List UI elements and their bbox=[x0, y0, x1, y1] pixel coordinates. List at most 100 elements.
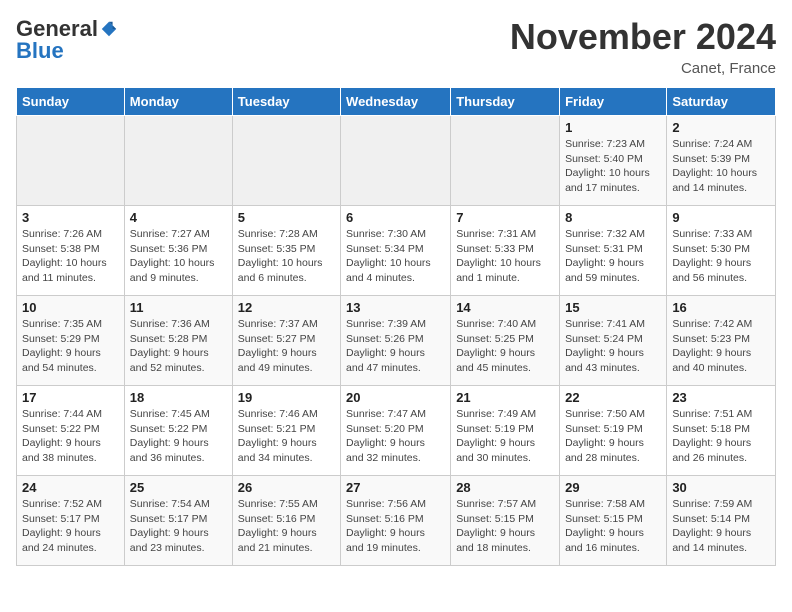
calendar-cell bbox=[451, 116, 560, 206]
day-info: Sunrise: 7:39 AMSunset: 5:26 PMDaylight:… bbox=[346, 317, 445, 376]
day-number: 12 bbox=[238, 300, 335, 315]
calendar-week-3: 10 Sunrise: 7:35 AMSunset: 5:29 PMDayligh… bbox=[17, 296, 776, 386]
calendar-cell bbox=[341, 116, 451, 206]
calendar-cell: 6 Sunrise: 7:30 AMSunset: 5:34 PMDaylight… bbox=[341, 206, 451, 296]
calendar-cell: 30 Sunrise: 7:59 AMSunset: 5:14 PMDayligh… bbox=[667, 476, 776, 566]
calendar-cell: 24 Sunrise: 7:52 AMSunset: 5:17 PMDayligh… bbox=[17, 476, 125, 566]
calendar-cell: 4 Sunrise: 7:27 AMSunset: 5:36 PMDaylight… bbox=[124, 206, 232, 296]
calendar-cell bbox=[232, 116, 340, 206]
day-info: Sunrise: 7:26 AMSunset: 5:38 PMDaylight:… bbox=[22, 227, 119, 286]
logo-blue-text: Blue bbox=[16, 38, 64, 63]
day-info: Sunrise: 7:28 AMSunset: 5:35 PMDaylight:… bbox=[238, 227, 335, 286]
calendar-week-1: 1Sunrise: 7:23 AMSunset: 5:40 PMDaylight… bbox=[17, 116, 776, 206]
day-number: 8 bbox=[565, 210, 661, 225]
header-thursday: Thursday bbox=[451, 88, 560, 116]
day-info: Sunrise: 7:47 AMSunset: 5:20 PMDaylight:… bbox=[346, 407, 445, 466]
calendar-table: SundayMondayTuesdayWednesdayThursdayFrid… bbox=[16, 87, 776, 566]
day-number: 9 bbox=[672, 210, 770, 225]
calendar-header-row: SundayMondayTuesdayWednesdayThursdayFrid… bbox=[17, 88, 776, 116]
calendar-cell: 23 Sunrise: 7:51 AMSunset: 5:18 PMDayligh… bbox=[667, 386, 776, 476]
calendar-cell: 5 Sunrise: 7:28 AMSunset: 5:35 PMDaylight… bbox=[232, 206, 340, 296]
day-number: 5 bbox=[238, 210, 335, 225]
calendar-cell: 20Sunrise: 7:47 AMSunset: 5:20 PMDayligh… bbox=[341, 386, 451, 476]
logo: General Blue bbox=[16, 16, 118, 64]
day-number: 26 bbox=[238, 480, 335, 495]
day-info: Sunrise: 7:24 AMSunset: 5:39 PMDaylight:… bbox=[672, 137, 770, 196]
day-number: 30 bbox=[672, 480, 770, 495]
header-monday: Monday bbox=[124, 88, 232, 116]
calendar-cell: 25 Sunrise: 7:54 AMSunset: 5:17 PMDayligh… bbox=[124, 476, 232, 566]
day-info: Sunrise: 7:35 AMSunset: 5:29 PMDaylight:… bbox=[22, 317, 119, 376]
day-number: 19 bbox=[238, 390, 335, 405]
header-friday: Friday bbox=[560, 88, 667, 116]
day-number: 7 bbox=[456, 210, 554, 225]
day-info: Sunrise: 7:41 AMSunset: 5:24 PMDaylight:… bbox=[565, 317, 661, 376]
day-number: 23 bbox=[672, 390, 770, 405]
calendar-cell: 21Sunrise: 7:49 AMSunset: 5:19 PMDayligh… bbox=[451, 386, 560, 476]
header-saturday: Saturday bbox=[667, 88, 776, 116]
calendar-cell bbox=[124, 116, 232, 206]
day-number: 14 bbox=[456, 300, 554, 315]
day-info: Sunrise: 7:36 AMSunset: 5:28 PMDaylight:… bbox=[130, 317, 227, 376]
day-number: 24 bbox=[22, 480, 119, 495]
calendar-cell: 26Sunrise: 7:55 AMSunset: 5:16 PMDayligh… bbox=[232, 476, 340, 566]
day-info: Sunrise: 7:33 AMSunset: 5:30 PMDaylight:… bbox=[672, 227, 770, 286]
calendar-week-2: 3Sunrise: 7:26 AMSunset: 5:38 PMDaylight… bbox=[17, 206, 776, 296]
day-info: Sunrise: 7:51 AMSunset: 5:18 PMDaylight:… bbox=[672, 407, 770, 466]
calendar-cell: 14 Sunrise: 7:40 AMSunset: 5:25 PMDayligh… bbox=[451, 296, 560, 386]
day-number: 10 bbox=[22, 300, 119, 315]
day-info: Sunrise: 7:44 AMSunset: 5:22 PMDaylight:… bbox=[22, 407, 119, 466]
day-info: Sunrise: 7:56 AMSunset: 5:16 PMDaylight:… bbox=[346, 497, 445, 556]
month-title: November 2024 bbox=[510, 16, 776, 58]
calendar-cell: 28 Sunrise: 7:57 AMSunset: 5:15 PMDayligh… bbox=[451, 476, 560, 566]
day-info: Sunrise: 7:46 AMSunset: 5:21 PMDaylight:… bbox=[238, 407, 335, 466]
day-info: Sunrise: 7:45 AMSunset: 5:22 PMDaylight:… bbox=[130, 407, 227, 466]
calendar-week-5: 24 Sunrise: 7:52 AMSunset: 5:17 PMDayligh… bbox=[17, 476, 776, 566]
day-info: Sunrise: 7:23 AMSunset: 5:40 PMDaylight:… bbox=[565, 137, 661, 196]
header-tuesday: Tuesday bbox=[232, 88, 340, 116]
day-info: Sunrise: 7:40 AMSunset: 5:25 PMDaylight:… bbox=[456, 317, 554, 376]
location-text: Canet, France bbox=[510, 60, 776, 77]
day-info: Sunrise: 7:59 AMSunset: 5:14 PMDaylight:… bbox=[672, 497, 770, 556]
day-info: Sunrise: 7:57 AMSunset: 5:15 PMDaylight:… bbox=[456, 497, 554, 556]
header-wednesday: Wednesday bbox=[341, 88, 451, 116]
calendar-week-4: 17 Sunrise: 7:44 AMSunset: 5:22 PMDayligh… bbox=[17, 386, 776, 476]
calendar-cell: 29 Sunrise: 7:58 AMSunset: 5:15 PMDayligh… bbox=[560, 476, 667, 566]
day-number: 25 bbox=[130, 480, 227, 495]
calendar-cell: 27 Sunrise: 7:56 AMSunset: 5:16 PMDayligh… bbox=[341, 476, 451, 566]
day-number: 28 bbox=[456, 480, 554, 495]
calendar-cell: 7Sunrise: 7:31 AMSunset: 5:33 PMDaylight… bbox=[451, 206, 560, 296]
calendar-cell: 16Sunrise: 7:42 AMSunset: 5:23 PMDayligh… bbox=[667, 296, 776, 386]
day-info: Sunrise: 7:50 AMSunset: 5:19 PMDaylight:… bbox=[565, 407, 661, 466]
day-info: Sunrise: 7:52 AMSunset: 5:17 PMDaylight:… bbox=[22, 497, 119, 556]
day-number: 2 bbox=[672, 120, 770, 135]
day-info: Sunrise: 7:30 AMSunset: 5:34 PMDaylight:… bbox=[346, 227, 445, 286]
day-number: 6 bbox=[346, 210, 445, 225]
day-number: 4 bbox=[130, 210, 227, 225]
day-number: 21 bbox=[456, 390, 554, 405]
day-number: 17 bbox=[22, 390, 119, 405]
day-number: 11 bbox=[130, 300, 227, 315]
page-header: General Blue November 2024 Canet, France bbox=[16, 16, 776, 77]
day-number: 16 bbox=[672, 300, 770, 315]
calendar-cell: 9 Sunrise: 7:33 AMSunset: 5:30 PMDaylight… bbox=[667, 206, 776, 296]
day-number: 13 bbox=[346, 300, 445, 315]
day-number: 29 bbox=[565, 480, 661, 495]
calendar-cell: 2 Sunrise: 7:24 AMSunset: 5:39 PMDaylight… bbox=[667, 116, 776, 206]
header-sunday: Sunday bbox=[17, 88, 125, 116]
calendar-cell: 11 Sunrise: 7:36 AMSunset: 5:28 PMDayligh… bbox=[124, 296, 232, 386]
day-info: Sunrise: 7:54 AMSunset: 5:17 PMDaylight:… bbox=[130, 497, 227, 556]
calendar-cell: 12 Sunrise: 7:37 AMSunset: 5:27 PMDayligh… bbox=[232, 296, 340, 386]
day-number: 22 bbox=[565, 390, 661, 405]
calendar-cell: 8 Sunrise: 7:32 AMSunset: 5:31 PMDaylight… bbox=[560, 206, 667, 296]
calendar-cell: 17 Sunrise: 7:44 AMSunset: 5:22 PMDayligh… bbox=[17, 386, 125, 476]
day-info: Sunrise: 7:27 AMSunset: 5:36 PMDaylight:… bbox=[130, 227, 227, 286]
day-info: Sunrise: 7:58 AMSunset: 5:15 PMDaylight:… bbox=[565, 497, 661, 556]
calendar-cell: 3Sunrise: 7:26 AMSunset: 5:38 PMDaylight… bbox=[17, 206, 125, 296]
day-number: 27 bbox=[346, 480, 445, 495]
logo-icon bbox=[100, 20, 118, 38]
day-info: Sunrise: 7:32 AMSunset: 5:31 PMDaylight:… bbox=[565, 227, 661, 286]
calendar-cell: 13 Sunrise: 7:39 AMSunset: 5:26 PMDayligh… bbox=[341, 296, 451, 386]
day-info: Sunrise: 7:37 AMSunset: 5:27 PMDaylight:… bbox=[238, 317, 335, 376]
day-number: 18 bbox=[130, 390, 227, 405]
